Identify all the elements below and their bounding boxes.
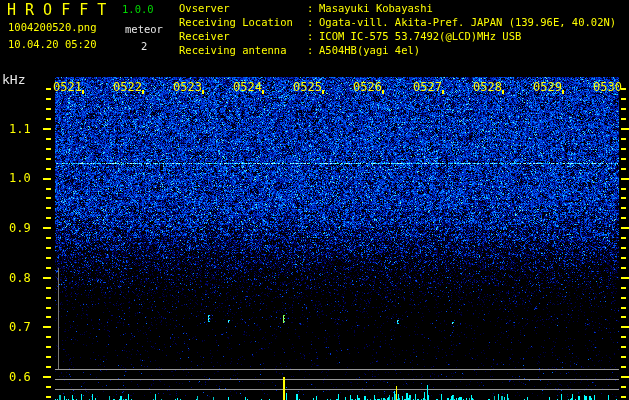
hrofft-window: { "header": { "app_title": "H R O F F T"… — [0, 0, 629, 400]
time-label-0524: 0524 — [233, 81, 262, 94]
info-label-observer: Ovserver — [179, 3, 230, 15]
time-label-0526: 0526 — [353, 81, 382, 94]
freq-label-0.6: 0.6 — [9, 371, 31, 384]
info-value-location: Ogata-vill. Akita-Pref. JAPAN (139.96E, … — [319, 17, 616, 29]
freq-axis-unit: kHz — [2, 73, 25, 87]
app-title: H R O F F T — [7, 2, 106, 19]
info-colon: : — [307, 17, 313, 29]
time-label-0527: 0527 — [413, 81, 442, 94]
freq-label-0.9: 0.9 — [9, 222, 31, 235]
info-colon: : — [307, 31, 313, 43]
datetime-label: 10.04.20 05:20 — [8, 39, 97, 51]
time-label-0522: 0522 — [113, 81, 142, 94]
info-label-receiver: Receiver — [179, 31, 230, 43]
info-value-receiver: ICOM IC-575 53.7492(@LCD)MHz USB — [319, 31, 521, 43]
app-version: 1.0.0 — [122, 4, 154, 16]
info-value-antenna: A504HB(yagi 4el) — [319, 45, 420, 57]
time-label-0521: 0521 — [53, 81, 82, 94]
spectrogram-canvas — [0, 0, 629, 400]
time-label-0525: 0525 — [293, 81, 322, 94]
output-filename: 1004200520.png — [8, 22, 97, 34]
time-label-0529: 0529 — [533, 81, 562, 94]
freq-label-0.7: 0.7 — [9, 321, 31, 334]
info-label-location: Receiving Location — [179, 17, 293, 29]
freq-label-1.0: 1.0 — [9, 172, 31, 185]
time-label-0523: 0523 — [173, 81, 202, 94]
freq-label-1.1: 1.1 — [9, 123, 31, 136]
info-colon: : — [307, 45, 313, 57]
info-label-antenna: Receiving antenna — [179, 45, 286, 57]
info-value-observer: Masayuki Kobayashi — [319, 3, 433, 15]
time-label-0528: 0528 — [473, 81, 502, 94]
mode-label: meteor — [125, 24, 163, 36]
echo-count: 2 — [141, 41, 147, 53]
info-colon: : — [307, 3, 313, 15]
freq-label-0.8: 0.8 — [9, 272, 31, 285]
time-label-0530: 0530 — [593, 81, 622, 94]
